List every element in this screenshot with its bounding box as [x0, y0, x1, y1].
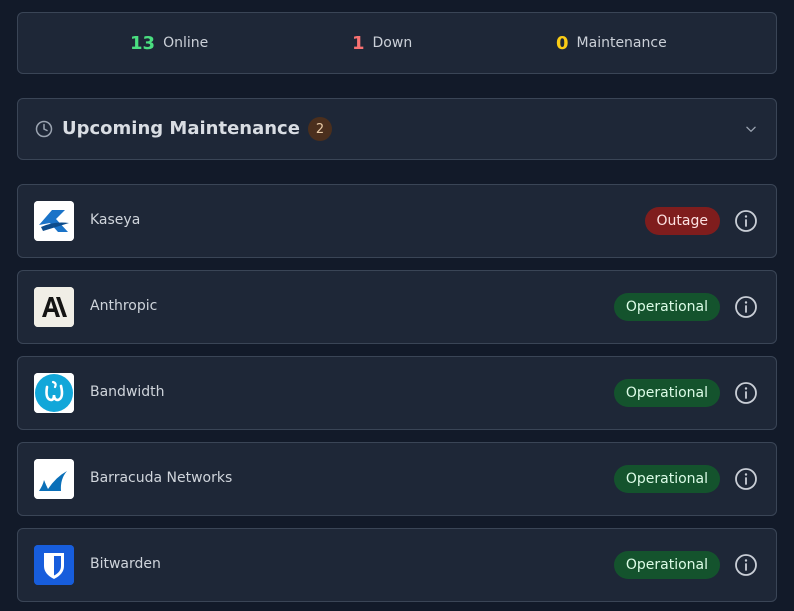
service-row-barracuda-networks[interactable]: Barracuda Networks Operational [17, 442, 777, 516]
down-count: 1 [352, 32, 365, 54]
down-label: Down [372, 35, 413, 51]
status-summary: 13 Online 1 Down 0 Maintenance [17, 12, 777, 74]
status-badge: Operational [613, 551, 720, 579]
status-badge: Operational [613, 465, 720, 493]
info-icon[interactable] [734, 467, 758, 491]
service-row-kaseya[interactable]: Kaseya Outage [17, 184, 777, 258]
info-icon[interactable] [734, 381, 758, 405]
maintenance-title: Upcoming Maintenance [62, 118, 300, 139]
service-name: Bitwarden [90, 556, 161, 572]
clock-icon [35, 120, 53, 138]
anthropic-logo [34, 287, 74, 327]
upcoming-maintenance-toggle[interactable]: Upcoming Maintenance 2 [17, 98, 777, 160]
service-name: Anthropic [90, 298, 158, 314]
down-stat: 1 Down [352, 13, 412, 73]
online-count: 13 [130, 32, 156, 54]
maintenance-count: 0 [556, 32, 569, 54]
bandwidth-logo [34, 373, 74, 413]
info-icon[interactable] [734, 209, 758, 233]
service-row-anthropic[interactable]: Anthropic Operational [17, 270, 777, 344]
online-stat: 13 Online [130, 13, 208, 73]
online-label: Online [163, 35, 209, 51]
service-row-bitwarden[interactable]: Bitwarden Operational [17, 528, 777, 602]
barracuda-logo [34, 459, 74, 499]
chevron-down-icon[interactable] [744, 122, 758, 136]
status-badge: Outage [644, 207, 720, 235]
status-badge: Operational [613, 379, 720, 407]
maintenance-stat: 0 Maintenance [556, 13, 667, 73]
bitwarden-logo [34, 545, 74, 585]
service-name: Barracuda Networks [90, 470, 233, 486]
maintenance-label: Maintenance [576, 35, 667, 51]
status-badge: Operational [613, 293, 720, 321]
info-icon[interactable] [734, 295, 758, 319]
service-row-bandwidth[interactable]: Bandwidth Operational [17, 356, 777, 430]
info-icon[interactable] [734, 553, 758, 577]
maintenance-count-badge: 2 [308, 117, 332, 141]
kaseya-logo [34, 201, 74, 241]
service-name: Kaseya [90, 212, 141, 228]
service-name: Bandwidth [90, 384, 165, 400]
